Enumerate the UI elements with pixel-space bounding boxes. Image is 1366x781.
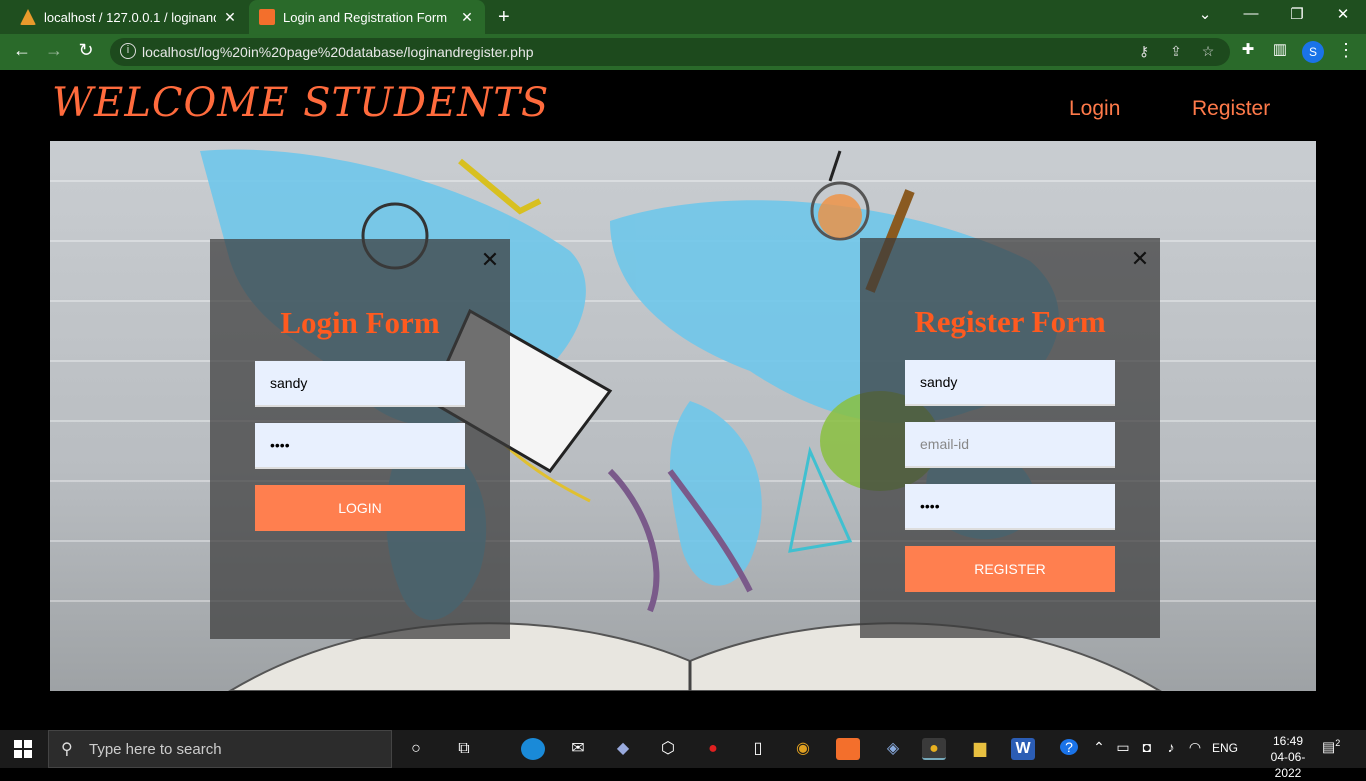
register-close-icon[interactable]: ✕ xyxy=(1130,246,1150,272)
file-explorer-icon[interactable]: ▆ xyxy=(968,738,992,760)
forward-icon[interactable]: → xyxy=(42,40,66,61)
taskbar-search-placeholder: Type here to search xyxy=(89,741,222,758)
site-info-icon[interactable]: i xyxy=(120,43,136,59)
register-form-panel: ✕ Register Form REGISTER xyxy=(860,238,1160,638)
web-page: WELCOME STUDENTS Login Register ✕ Login … xyxy=(0,70,1366,730)
notification-count: 2 xyxy=(1335,738,1341,748)
xampp-icon xyxy=(259,9,275,25)
browser-tab-strip: localhost / 127.0.0.1 / loginandre ✕ Log… xyxy=(0,0,1366,34)
nav-login-link[interactable]: Login xyxy=(1069,97,1120,121)
search-icon: ⚲ xyxy=(61,741,73,758)
login-button[interactable]: LOGIN xyxy=(255,485,465,531)
restore-button[interactable]: ❐ xyxy=(1282,5,1312,23)
minimize-button[interactable]: — xyxy=(1236,5,1266,22)
menu-kebab-icon[interactable]: ⋮ xyxy=(1334,40,1358,61)
clock-time: 16:49 xyxy=(1272,734,1304,748)
xampp-taskbar-icon[interactable] xyxy=(836,738,860,760)
tray-chevron-up-icon[interactable]: ⌃ xyxy=(1090,739,1108,756)
vlc-icon[interactable]: ◉ xyxy=(791,738,815,760)
login-username-input[interactable] xyxy=(255,361,465,407)
meet-now-icon[interactable]: ◘ xyxy=(1138,739,1156,755)
register-username-input[interactable] xyxy=(905,360,1115,406)
side-panel-icon[interactable]: ▥ xyxy=(1268,40,1292,58)
key-icon[interactable]: ⚷ xyxy=(1134,43,1154,60)
language-indicator[interactable]: ENG xyxy=(1212,741,1238,755)
register-email-input[interactable] xyxy=(905,422,1115,468)
wifi-icon[interactable]: ◠ xyxy=(1186,739,1204,756)
register-button[interactable]: REGISTER xyxy=(905,546,1115,592)
close-window-button[interactable]: ✕ xyxy=(1328,5,1358,23)
tab-phpmyadmin[interactable]: localhost / 127.0.0.1 / loginandre ✕ xyxy=(10,0,248,34)
dropbox-icon[interactable]: ◆ xyxy=(611,738,635,760)
login-form-panel: ✕ Login Form LOGIN xyxy=(210,239,510,639)
bookmark-star-icon[interactable]: ☆ xyxy=(1198,43,1218,60)
tab-close-icon[interactable]: ✕ xyxy=(222,9,238,26)
register-password-input[interactable] xyxy=(905,484,1115,530)
tab-login-registration[interactable]: Login and Registration Form ✕ xyxy=(249,0,485,34)
battery-icon[interactable]: ▭ xyxy=(1114,739,1132,756)
reload-icon[interactable]: ↻ xyxy=(74,40,98,61)
notification-center-icon[interactable]: ▤2 xyxy=(1322,738,1340,756)
brand-title: WELCOME STUDENTS xyxy=(52,80,550,126)
clock[interactable]: 16:49 04-06-2022 xyxy=(1258,733,1318,781)
browser-toolbar: ← → ↻ i localhost/log%20in%20page%20data… xyxy=(0,34,1366,70)
back-icon[interactable]: ← xyxy=(10,40,34,61)
tab-title: Login and Registration Form xyxy=(283,9,448,25)
word-icon[interactable]: W xyxy=(1011,738,1035,760)
new-tab-button[interactable]: + xyxy=(498,6,510,29)
opera-icon[interactable]: ● xyxy=(701,738,725,760)
url-text[interactable]: localhost/log%20in%20page%20database/log… xyxy=(142,44,534,60)
phpmyadmin-icon xyxy=(20,9,36,25)
task-view-icon[interactable]: ⧉ xyxy=(452,738,476,760)
profile-avatar[interactable]: S xyxy=(1302,41,1324,63)
app-hexagon-icon[interactable]: ⬡ xyxy=(656,738,680,760)
notepad-icon[interactable]: ▯ xyxy=(746,738,770,760)
windows-start-icon[interactable] xyxy=(14,740,32,758)
edge-icon[interactable] xyxy=(521,738,545,760)
login-close-icon[interactable]: ✕ xyxy=(480,247,500,273)
windows-taskbar: ⚲ Type here to search ○ ⧉ ✉ ◆ ⬡ ● ▯ ◉ ◈ … xyxy=(0,730,1366,780)
extensions-icon[interactable]: ✚ xyxy=(1236,40,1260,58)
tab-title: localhost / 127.0.0.1 / loginandre xyxy=(44,9,216,25)
share-icon[interactable]: ⇪ xyxy=(1166,43,1186,60)
mail-icon[interactable]: ✉ xyxy=(566,738,590,760)
login-form-title: Login Form xyxy=(280,305,440,340)
address-bar[interactable]: i localhost/log%20in%20page%20database/l… xyxy=(110,38,1230,66)
clock-date: 04-06-2022 xyxy=(1270,750,1306,780)
register-form-title: Register Form xyxy=(914,304,1106,339)
chrome-icon[interactable]: ● xyxy=(922,738,946,760)
login-password-input[interactable] xyxy=(255,423,465,469)
cortana-icon[interactable]: ○ xyxy=(404,738,428,760)
app-cube-icon[interactable]: ◈ xyxy=(881,738,905,760)
help-icon[interactable]: ? xyxy=(1060,739,1078,755)
nav-register-link[interactable]: Register xyxy=(1192,97,1270,121)
tab-search-chevron-icon[interactable]: ⌄ xyxy=(1190,5,1220,23)
tab-close-icon[interactable]: ✕ xyxy=(459,9,475,26)
taskbar-search-box[interactable]: ⚲ Type here to search xyxy=(48,730,392,768)
volume-icon[interactable]: ♪ xyxy=(1162,739,1180,755)
